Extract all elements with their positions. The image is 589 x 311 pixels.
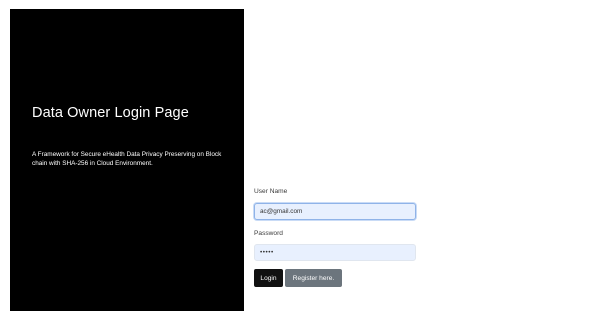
login-button[interactable]: Login: [254, 269, 283, 287]
info-panel: Data Owner Login Page A Framework for Se…: [10, 9, 244, 311]
register-button[interactable]: Register here.: [285, 269, 342, 287]
username-input[interactable]: [254, 203, 416, 220]
password-input[interactable]: [254, 244, 416, 261]
login-page: Data Owner Login Page A Framework for Se…: [0, 0, 589, 311]
page-title: Data Owner Login Page: [32, 105, 189, 121]
project-description: A Framework for Secure eHealth Data Priv…: [32, 151, 222, 167]
password-label: Password: [254, 230, 283, 237]
username-label: User Name: [254, 188, 288, 195]
